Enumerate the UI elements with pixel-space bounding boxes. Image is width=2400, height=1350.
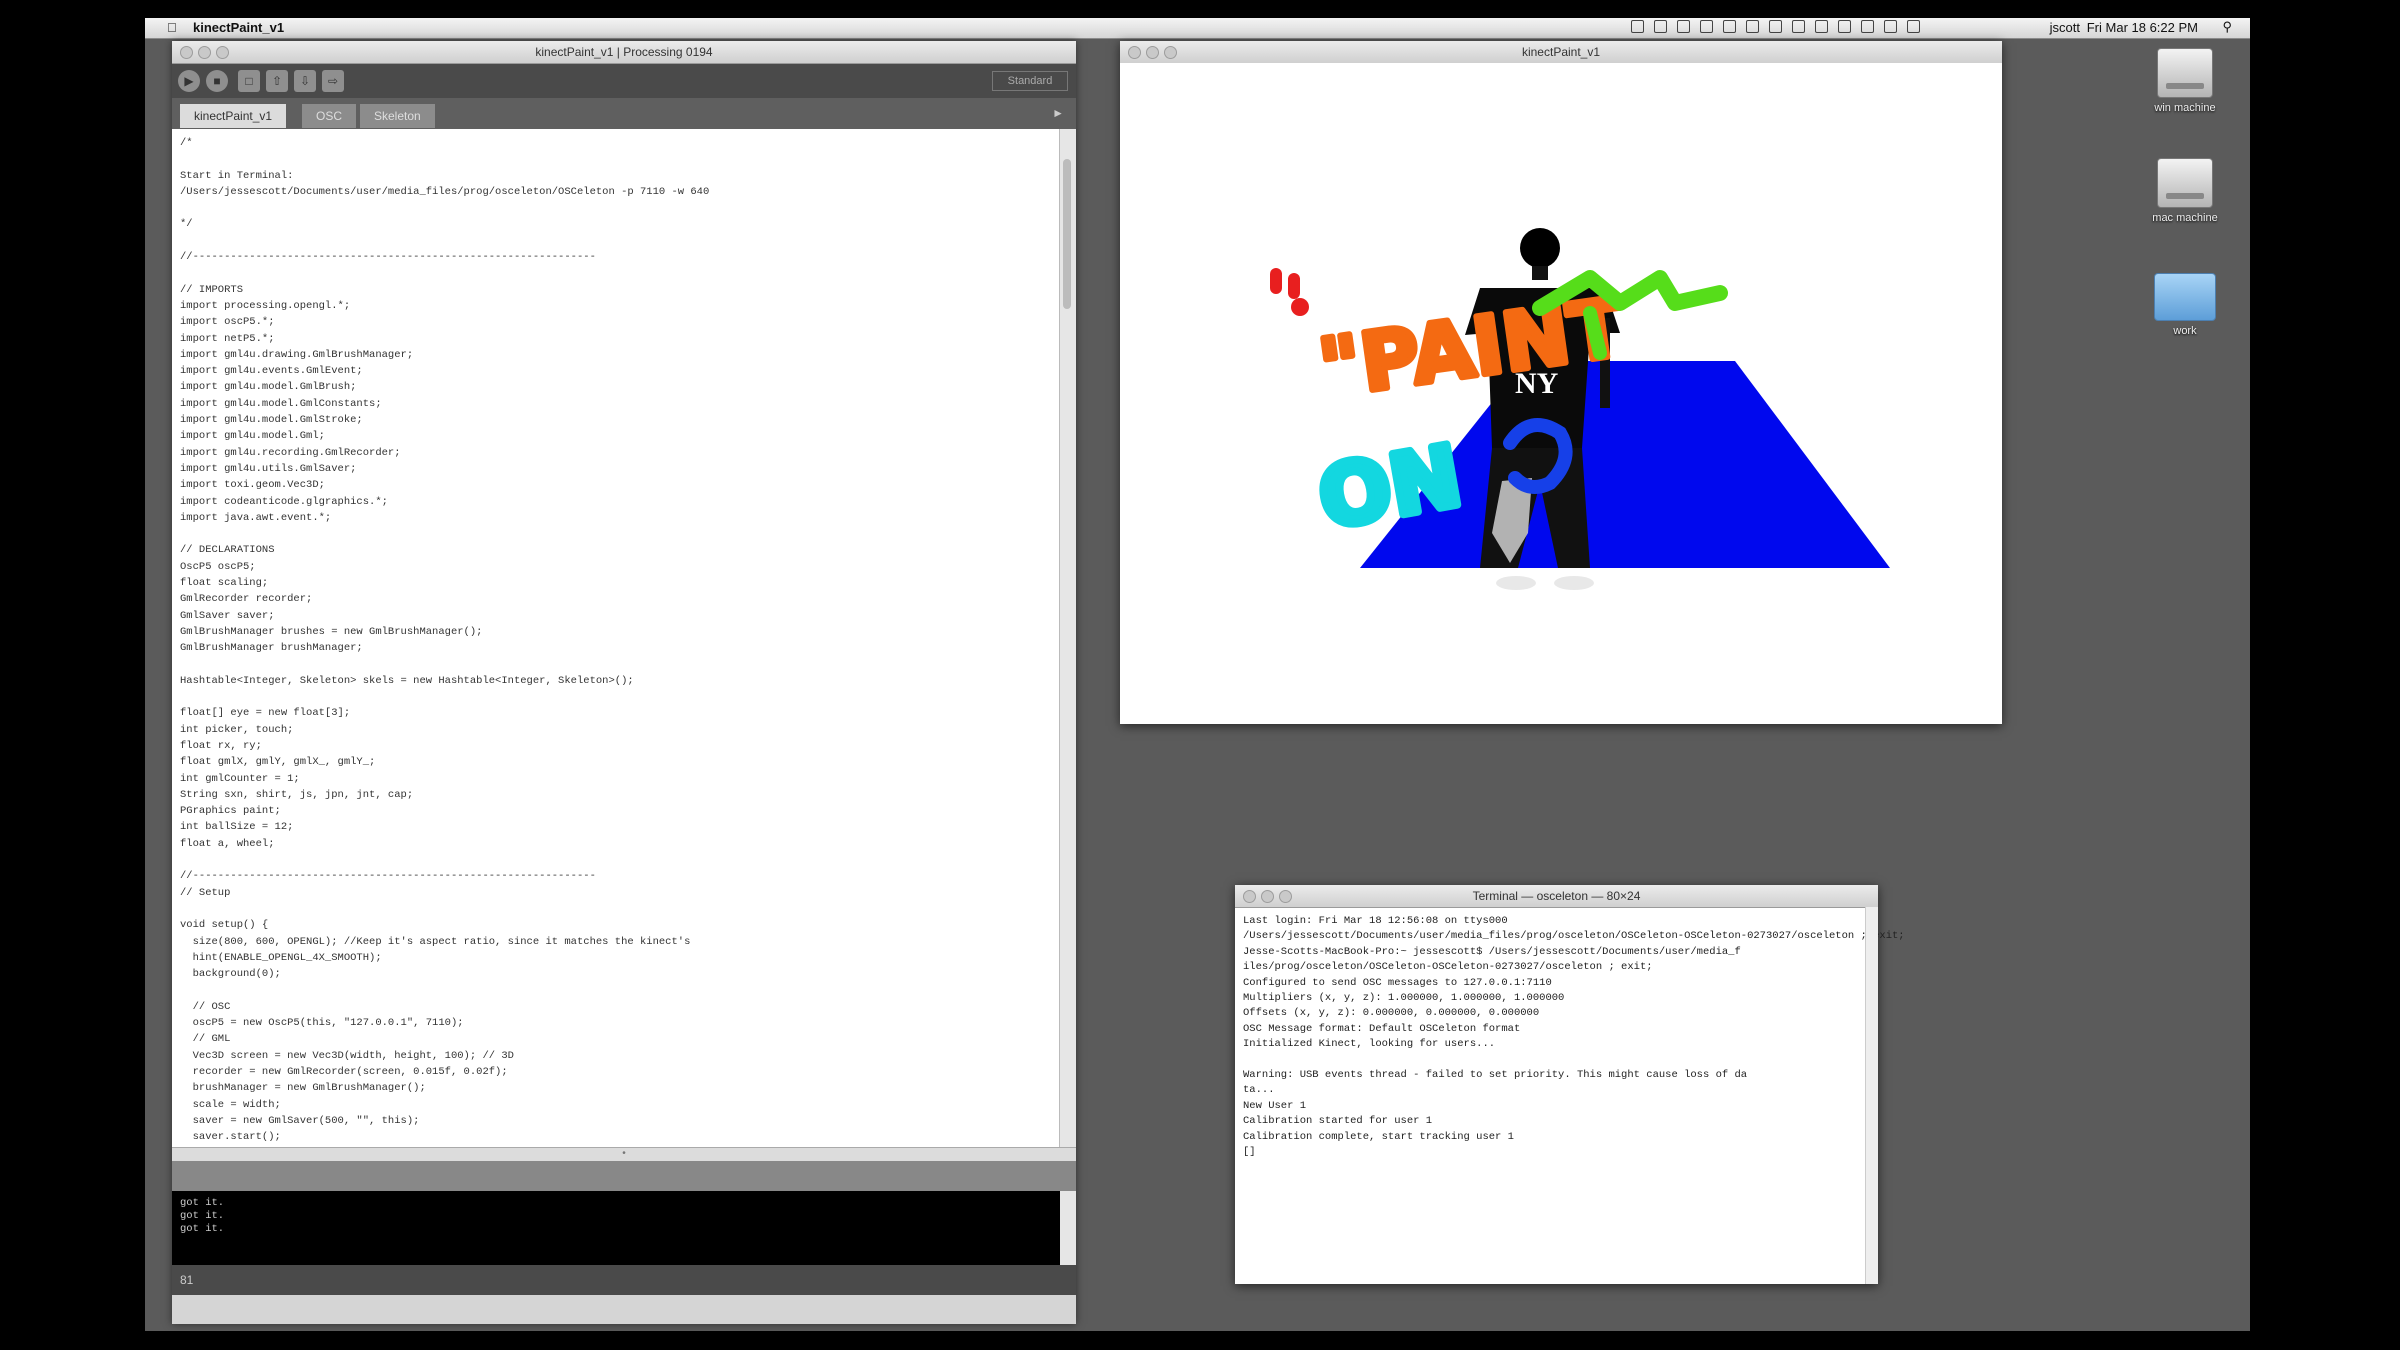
menu-bar:  kinectPaint_v1 jscott Fri Mar 18 6:22 … bbox=[145, 18, 2250, 39]
desktop-icon-win-machine[interactable]: win machine bbox=[2130, 48, 2240, 114]
open-icon[interactable]: ⇧ bbox=[266, 70, 288, 92]
ide-window-title: kinectPaint_v1 | Processing 0194 bbox=[535, 45, 713, 59]
console-scrollbar[interactable] bbox=[1060, 1191, 1076, 1265]
graffiti-quote-mark bbox=[1288, 273, 1300, 299]
status-icon[interactable] bbox=[1792, 20, 1805, 33]
code-editor[interactable]: /* Start in Terminal: /Users/jessescott/… bbox=[172, 129, 1060, 1147]
hard-drive-icon bbox=[2157, 158, 2213, 208]
sketch-window: kinectPaint_v1 NY "PAINT ON bbox=[1120, 41, 2002, 724]
graffiti-green-stroke bbox=[1583, 306, 1607, 360]
app-menu[interactable]: kinectPaint_v1 bbox=[193, 20, 284, 35]
processing-ide-window: kinectPaint_v1 | Processing 0194 ▶ ■ □ ⇧… bbox=[172, 41, 1076, 1324]
ide-tabs: kinectPaint_v1 OSC Skeleton ► bbox=[172, 98, 1076, 130]
scroll-thumb[interactable] bbox=[1063, 159, 1071, 309]
desktop-icon-mac-machine[interactable]: mac machine bbox=[2130, 158, 2240, 224]
hard-drive-icon bbox=[2157, 48, 2213, 98]
zoom-button[interactable] bbox=[216, 46, 229, 59]
line-number-bar: 81 bbox=[172, 1265, 1076, 1295]
console-text: got it. got it. got it. bbox=[180, 1197, 225, 1235]
close-button[interactable] bbox=[1243, 890, 1256, 903]
clock-icon[interactable] bbox=[1838, 20, 1851, 33]
graffiti-quote-mark bbox=[1270, 268, 1282, 294]
minimize-button[interactable] bbox=[1146, 46, 1159, 59]
terminal-window-title: Terminal — osceleton — 80×24 bbox=[1472, 889, 1641, 903]
message-area bbox=[172, 1161, 1076, 1191]
status-icon[interactable] bbox=[1723, 20, 1736, 33]
terminal-scrollbar[interactable] bbox=[1865, 907, 1878, 1284]
split-divider[interactable]: • bbox=[172, 1147, 1076, 1162]
close-button[interactable] bbox=[180, 46, 193, 59]
close-button[interactable] bbox=[1128, 46, 1141, 59]
terminal-window: Terminal — osceleton — 80×24 Last login:… bbox=[1235, 885, 1905, 1284]
sketch-titlebar[interactable]: kinectPaint_v1 bbox=[1120, 41, 2002, 64]
graffiti-dot bbox=[1291, 298, 1309, 316]
tab-menu-arrow-icon[interactable]: ► bbox=[1052, 106, 1064, 120]
ide-toolbar: ▶ ■ □ ⇧ ⇩ ⇨ Standard bbox=[172, 64, 1076, 98]
save-icon[interactable]: ⇩ bbox=[294, 70, 316, 92]
spotlight-icon[interactable]: ⚲ bbox=[2222, 19, 2232, 35]
mode-selector[interactable]: Standard bbox=[992, 71, 1068, 91]
sketch-canvas[interactable]: NY "PAINT ON bbox=[1120, 63, 2002, 724]
editor-scrollbar[interactable] bbox=[1059, 129, 1076, 1147]
desktop:  kinectPaint_v1 jscott Fri Mar 18 6:22 … bbox=[145, 18, 2250, 1331]
ide-titlebar[interactable]: kinectPaint_v1 | Processing 0194 bbox=[172, 41, 1076, 64]
minimize-button[interactable] bbox=[198, 46, 211, 59]
tab-kinectpaint[interactable]: kinectPaint_v1 bbox=[180, 104, 287, 128]
terminal-titlebar[interactable]: Terminal — osceleton — 80×24 bbox=[1235, 885, 1878, 908]
status-icon[interactable] bbox=[1631, 20, 1644, 33]
stop-icon[interactable]: ■ bbox=[206, 70, 228, 92]
tab-skeleton[interactable]: Skeleton bbox=[360, 104, 435, 128]
zoom-button[interactable] bbox=[1279, 890, 1292, 903]
bluetooth-icon[interactable] bbox=[1746, 20, 1759, 33]
code-text[interactable]: /* Start in Terminal: /Users/jessescott/… bbox=[172, 129, 1060, 1145]
menu-clock[interactable]: Fri Mar 18 6:22 PM bbox=[2087, 20, 2198, 35]
minimize-button[interactable] bbox=[1261, 890, 1274, 903]
battery-icon[interactable] bbox=[1907, 20, 1920, 33]
export-icon[interactable]: ⇨ bbox=[322, 70, 344, 92]
volume-icon[interactable] bbox=[1884, 20, 1897, 33]
status-icon[interactable] bbox=[1654, 20, 1667, 33]
line-number: 81 bbox=[180, 1273, 194, 1287]
wifi-icon[interactable] bbox=[1861, 20, 1874, 33]
status-icon[interactable] bbox=[1677, 20, 1690, 33]
folder-icon bbox=[2154, 273, 2216, 321]
user-menu[interactable]: jscott bbox=[2050, 20, 2080, 35]
console-output[interactable]: got it. got it. got it. bbox=[172, 1191, 1060, 1265]
sync-icon[interactable] bbox=[1769, 20, 1782, 33]
status-icons bbox=[1631, 20, 1920, 33]
status-icon[interactable] bbox=[1815, 20, 1828, 33]
desktop-icon-work[interactable]: work bbox=[2130, 273, 2240, 337]
zoom-button[interactable] bbox=[1164, 46, 1177, 59]
tab-osc[interactable]: OSC bbox=[302, 104, 357, 128]
new-icon[interactable]: □ bbox=[238, 70, 260, 92]
status-icon[interactable] bbox=[1700, 20, 1713, 33]
run-icon[interactable]: ▶ bbox=[178, 70, 200, 92]
apple-menu-icon[interactable]:  bbox=[167, 20, 177, 35]
terminal-output[interactable]: Last login: Fri Mar 18 12:56:08 on ttys0… bbox=[1235, 908, 1905, 1167]
sketch-window-title: kinectPaint_v1 bbox=[1521, 45, 1601, 59]
